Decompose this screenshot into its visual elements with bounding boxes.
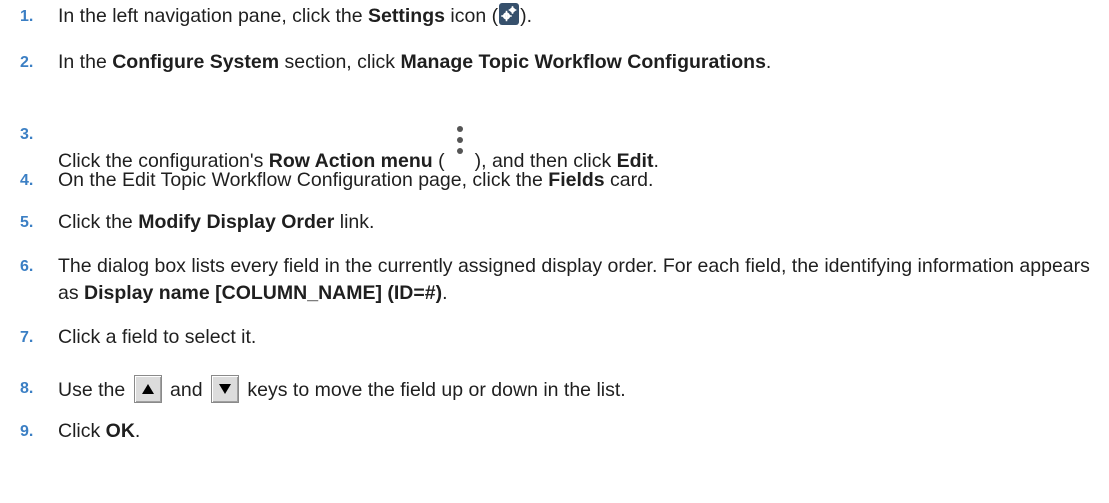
step-8: 8. Use the and keys to move the field up… [0, 375, 626, 404]
display-name-format-term: Display name [COLUMN_NAME] (ID=#) [84, 282, 443, 304]
step-text-part: . [653, 150, 659, 172]
kebab-menu-icon [447, 121, 473, 161]
configure-system-term: Configure System [112, 51, 280, 73]
step-text-part: icon ( [444, 5, 499, 27]
step-text: Click the Modify Display Order link. [58, 209, 374, 236]
down-arrow-key-icon [211, 375, 239, 403]
step-4: 4. On the Edit Topic Workflow Configurat… [0, 167, 653, 194]
step-number: 6. [20, 258, 34, 275]
step-text: Use the and keys to move the field up or… [58, 375, 626, 404]
step-number: 7. [20, 329, 34, 346]
step-text-part: link. [334, 211, 375, 233]
step-text-part: On the Edit Topic Workflow Configuration… [58, 169, 549, 191]
step-number: 8. [20, 380, 34, 397]
step-text: In the Configure System section, click M… [58, 49, 771, 76]
up-arrow-key-icon [133, 375, 162, 403]
step-6: 6. The dialog box lists every field in t… [0, 253, 1108, 307]
fields-term: Fields [548, 169, 605, 191]
step-9: 9. Click OK. [0, 418, 140, 445]
step-text: Click OK. [58, 418, 140, 445]
step-text-part: keys to move the field up or down in the… [242, 379, 626, 401]
step-text-part: . [134, 420, 141, 442]
settings-gear-icon [499, 3, 520, 25]
step-number: 5. [20, 214, 34, 231]
step-text-part: Use the [58, 379, 131, 401]
modify-display-order-term: Modify Display Order [138, 211, 335, 233]
step-number: 2. [20, 54, 34, 71]
step-text-part: Click [58, 420, 106, 442]
step-text-part: Click the [58, 211, 139, 233]
step-text-part: In the [58, 51, 113, 73]
ok-term: OK [105, 420, 135, 442]
step-number: 3. [20, 126, 34, 143]
step-text: The dialog box lists every field in the … [58, 253, 1108, 307]
step-text-part: In the left navigation pane, click the [58, 5, 369, 27]
step-text: Click a field to select it. [58, 326, 257, 348]
step-text-part: and [164, 379, 208, 401]
step-1: 1. In the left navigation pane, click th… [0, 3, 532, 30]
manage-configurations-term: Manage Topic Workflow Configurations [400, 51, 766, 73]
step-number: 1. [20, 8, 34, 25]
step-text-part: . [765, 51, 772, 73]
step-5: 5. Click the Modify Display Order link. [0, 209, 374, 236]
step-7: 7. Click a field to select it. [0, 324, 256, 351]
step-number: 9. [20, 423, 34, 440]
step-text: In the left navigation pane, click the S… [58, 3, 532, 30]
step-text-part: section, click [279, 51, 401, 73]
step-number: 4. [20, 172, 34, 189]
step-text-part: card. [604, 169, 654, 191]
step-2: 2. In the Configure System section, clic… [0, 49, 771, 76]
step-text-part: . [442, 282, 448, 304]
settings-term: Settings [368, 5, 445, 27]
step-text: On the Edit Topic Workflow Configuration… [58, 167, 653, 194]
step-text-part: ). [520, 5, 532, 27]
